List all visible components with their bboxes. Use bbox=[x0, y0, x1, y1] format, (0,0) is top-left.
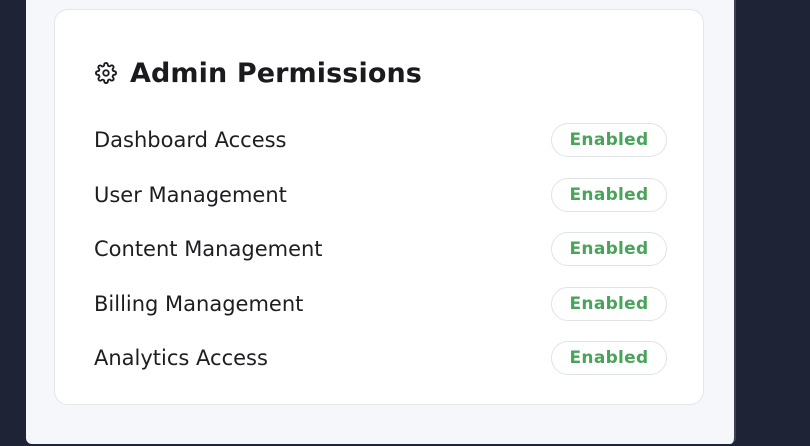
permission-list: Dashboard Access Enabled User Management… bbox=[94, 113, 667, 386]
status-badge[interactable]: Enabled bbox=[551, 341, 667, 376]
permission-label: Content Management bbox=[94, 237, 323, 262]
status-badge[interactable]: Enabled bbox=[551, 123, 667, 158]
card-title: Admin Permissions bbox=[130, 57, 422, 89]
permission-label: Billing Management bbox=[94, 291, 304, 316]
card-header: Admin Permissions bbox=[94, 53, 422, 93]
permission-label: User Management bbox=[94, 182, 287, 207]
permission-label: Analytics Access bbox=[94, 346, 268, 371]
permission-label: Dashboard Access bbox=[94, 128, 287, 153]
permission-row-billing-management: Billing Management Enabled bbox=[94, 277, 667, 332]
permission-row-user-management: User Management Enabled bbox=[94, 168, 667, 223]
permission-row-dashboard-access: Dashboard Access Enabled bbox=[94, 113, 667, 168]
admin-permissions-card: Admin Permissions Dashboard Access Enabl… bbox=[54, 9, 704, 405]
status-badge[interactable]: Enabled bbox=[551, 286, 667, 321]
gear-icon bbox=[94, 61, 118, 85]
status-badge[interactable]: Enabled bbox=[551, 232, 667, 267]
permission-row-analytics-access: Analytics Access Enabled bbox=[94, 331, 667, 386]
status-badge[interactable]: Enabled bbox=[551, 177, 667, 212]
permission-row-content-management: Content Management Enabled bbox=[94, 222, 667, 277]
